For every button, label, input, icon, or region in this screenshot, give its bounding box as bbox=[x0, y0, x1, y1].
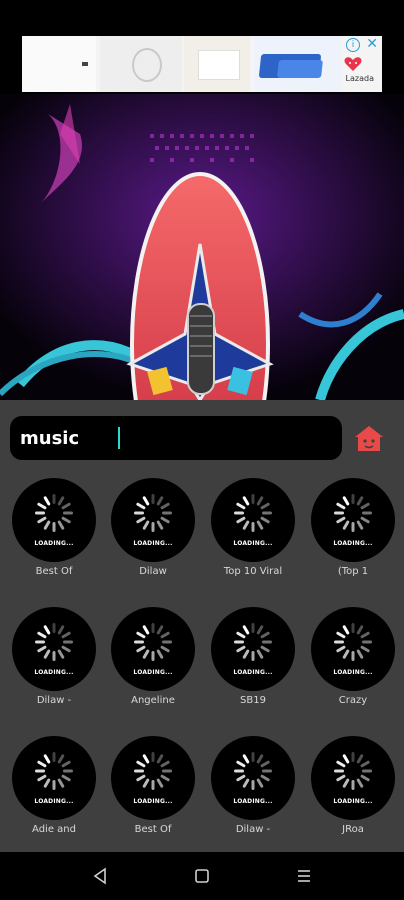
playlist-tile[interactable]: LOADING... (Top 1 bbox=[299, 474, 399, 594]
playlist-title: Crazy bbox=[338, 695, 368, 706]
playlist-thumbnail[interactable]: LOADING... bbox=[311, 478, 395, 562]
ad-card-image bbox=[277, 60, 323, 78]
playlist-title: Dilaw - bbox=[235, 824, 271, 835]
playlist-tile[interactable]: LOADING... Dilaw - bbox=[0, 603, 100, 723]
playlist-thumbnail[interactable]: LOADING... bbox=[111, 478, 195, 562]
loading-label: LOADING... bbox=[34, 669, 74, 676]
playlist-title: Dilaw - bbox=[36, 695, 72, 706]
playlist-tile[interactable]: LOADING... Top 10 Viral bbox=[199, 474, 299, 594]
spinner-icon bbox=[134, 494, 172, 532]
info-icon[interactable]: i bbox=[346, 38, 360, 52]
search-box[interactable] bbox=[10, 416, 342, 460]
playlist-thumbnail[interactable]: LOADING... bbox=[211, 736, 295, 820]
back-icon[interactable] bbox=[90, 866, 110, 886]
playlist-title: Top 10 Viral bbox=[223, 566, 283, 577]
spinner-icon bbox=[134, 752, 172, 790]
spinner-icon bbox=[234, 494, 272, 532]
playlist-tile[interactable]: LOADING... Angeline bbox=[99, 603, 199, 723]
loading-label: LOADING... bbox=[133, 540, 173, 547]
playlist-thumbnail[interactable]: LOADING... bbox=[211, 478, 295, 562]
spinner-icon bbox=[334, 494, 372, 532]
loading-label: LOADING... bbox=[133, 669, 173, 676]
menu-icon[interactable] bbox=[294, 866, 314, 886]
playlist-thumbnail[interactable]: LOADING... bbox=[111, 607, 195, 691]
search-input[interactable] bbox=[20, 427, 117, 449]
loading-label: LOADING... bbox=[333, 669, 373, 676]
loading-label: LOADING... bbox=[233, 669, 273, 676]
search-panel: LOADING...Best OfLOADING...DilawLOADING.… bbox=[0, 400, 404, 852]
playlist-thumbnail[interactable]: LOADING... bbox=[12, 478, 96, 562]
loading-label: LOADING... bbox=[133, 798, 173, 805]
playlist-tile[interactable]: LOADING... Best Of bbox=[99, 732, 199, 852]
playlist-tile[interactable]: LOADING... Adie and bbox=[0, 732, 100, 852]
playlist-title: Adie and bbox=[32, 824, 76, 835]
loading-label: LOADING... bbox=[333, 798, 373, 805]
spinner-icon bbox=[334, 623, 372, 661]
playlist-tile[interactable]: LOADING... Dilaw bbox=[99, 474, 199, 594]
spinner-icon bbox=[334, 752, 372, 790]
playlist-tile[interactable]: LOADING... Dilaw - bbox=[199, 732, 299, 852]
ad-product-image bbox=[198, 50, 240, 80]
spinner-icon bbox=[35, 752, 73, 790]
playlist-title: Angeline bbox=[131, 695, 175, 706]
playlist-title: SB19 bbox=[240, 695, 266, 706]
playlist-thumbnail[interactable]: LOADING... bbox=[111, 736, 195, 820]
loading-label: LOADING... bbox=[34, 798, 74, 805]
playlist-tile[interactable]: LOADING... JRoa bbox=[299, 732, 399, 852]
spinner-icon bbox=[35, 623, 73, 661]
ad-brand-label: Lazada bbox=[345, 74, 374, 83]
spinner-icon bbox=[234, 752, 272, 790]
playlist-title: Best Of bbox=[35, 566, 73, 577]
spinner-icon bbox=[35, 494, 73, 532]
playlist-thumbnail[interactable]: LOADING... bbox=[211, 607, 295, 691]
lazada-logo-icon bbox=[344, 57, 362, 71]
status-area bbox=[0, 0, 404, 34]
close-icon[interactable]: ✕ bbox=[366, 37, 378, 51]
playlist-thumbnail[interactable]: LOADING... bbox=[311, 736, 395, 820]
ad-banner[interactable]: i ✕ Lazada bbox=[22, 36, 382, 92]
loading-label: LOADING... bbox=[34, 540, 74, 547]
loading-label: LOADING... bbox=[233, 540, 273, 547]
ad-product-image bbox=[82, 62, 88, 66]
spinner-icon bbox=[134, 623, 172, 661]
playlist-title: Best Of bbox=[134, 824, 172, 835]
playlist-thumbnail[interactable]: LOADING... bbox=[12, 736, 96, 820]
playlist-tile[interactable]: LOADING... Crazy bbox=[299, 603, 399, 723]
ad-product-image bbox=[132, 48, 162, 82]
text-cursor bbox=[118, 427, 120, 449]
square-home-icon[interactable] bbox=[192, 866, 212, 886]
loading-label: LOADING... bbox=[233, 798, 273, 805]
playlist-title: (Top 1 bbox=[337, 566, 369, 577]
hero-artwork bbox=[0, 94, 404, 400]
playlist-tile[interactable]: LOADING... Best Of bbox=[0, 474, 100, 594]
playlist-thumbnail[interactable]: LOADING... bbox=[12, 607, 96, 691]
playlist-title: JRoa bbox=[342, 824, 364, 835]
loading-label: LOADING... bbox=[333, 540, 373, 547]
playlist-title: Dilaw bbox=[139, 566, 167, 577]
playlist-thumbnail[interactable]: LOADING... bbox=[311, 607, 395, 691]
spinner-icon bbox=[234, 623, 272, 661]
home-icon[interactable] bbox=[353, 423, 385, 455]
playlist-tile[interactable]: LOADING... SB19 bbox=[199, 603, 299, 723]
system-nav-bar bbox=[0, 852, 404, 900]
